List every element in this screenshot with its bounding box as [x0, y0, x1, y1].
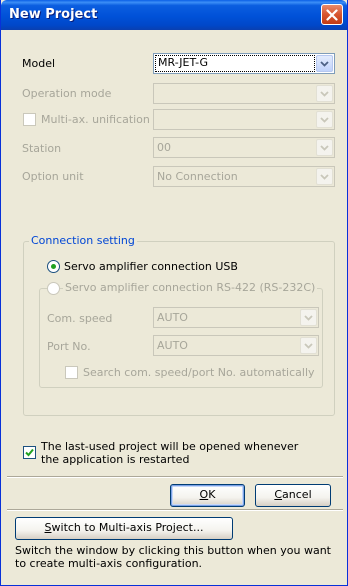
new-project-dialog: New Project Model MR-JET-G Operation mod… — [0, 0, 348, 586]
ok-button[interactable]: OK — [170, 484, 245, 507]
title-bar[interactable]: New Project — [1, 0, 347, 30]
station-value: 00 — [157, 141, 171, 154]
cancel-mnemonic: C — [274, 488, 283, 501]
chevron-down-icon — [320, 116, 329, 123]
com-speed-label: Com. speed — [47, 312, 113, 325]
cancel-label-rest: ancel — [282, 488, 312, 501]
radio-selected-dot — [51, 264, 56, 269]
station-label: Station — [22, 142, 62, 155]
port-no-select[interactable]: AUTO — [153, 335, 319, 356]
cancel-button[interactable]: Cancel — [255, 484, 331, 507]
switch-hint: Switch the window by clicking this butto… — [15, 544, 331, 570]
chevron-down-icon — [320, 90, 329, 97]
operation-mode-select[interactable] — [153, 83, 335, 104]
search-auto-checkbox[interactable] — [65, 366, 78, 379]
usb-label: Servo amplifier connection USB — [64, 260, 238, 273]
chevron-down-icon — [304, 314, 313, 321]
close-icon — [326, 8, 338, 21]
multi-ax-checkbox[interactable] — [23, 113, 36, 126]
model-select[interactable]: MR-JET-G — [153, 53, 335, 74]
connection-setting-title: Connection setting — [29, 234, 137, 247]
switch-hint-line-2: to create multi-axis configuration. — [15, 557, 203, 570]
chevron-down-icon — [320, 173, 329, 180]
option-unit-select[interactable]: No Connection — [153, 166, 335, 187]
model-value: MR-JET-G — [155, 55, 315, 72]
last-used-line-2: the application is restarted — [41, 453, 190, 466]
multi-ax-dropdown-button[interactable] — [316, 111, 333, 128]
option-unit-dropdown-button[interactable] — [316, 168, 333, 185]
switch-multi-axis-button[interactable]: Switch to Multi-axis Project... — [15, 517, 233, 540]
station-select[interactable]: 00 — [153, 137, 335, 158]
window-title: New Project — [9, 7, 98, 22]
last-used-label: The last-used project will be opened whe… — [41, 440, 298, 466]
option-unit-value: No Connection — [157, 170, 238, 183]
port-no-dropdown-button[interactable] — [300, 337, 317, 354]
checkmark-icon — [25, 448, 34, 457]
multi-ax-label: Multi-ax. unification — [41, 113, 150, 126]
station-dropdown-button[interactable] — [316, 139, 333, 156]
model-dropdown-button[interactable] — [316, 55, 333, 72]
separator-top — [7, 476, 343, 478]
separator-bottom — [7, 509, 343, 511]
switch-label-rest: witch to Multi-axis Project... — [51, 521, 204, 534]
rs422-label: Servo amplifier connection RS-422 (RS-23… — [63, 281, 318, 294]
operation-mode-dropdown-button[interactable] — [316, 85, 333, 102]
operation-mode-label: Operation mode — [22, 87, 112, 100]
rs422-radio[interactable] — [47, 282, 60, 295]
ok-label-rest: K — [208, 488, 216, 501]
usb-radio[interactable] — [47, 260, 60, 273]
com-speed-dropdown-button[interactable] — [300, 309, 317, 326]
multi-ax-select[interactable] — [153, 109, 335, 130]
chevron-down-icon — [320, 60, 329, 67]
chevron-down-icon — [304, 342, 313, 349]
com-speed-select[interactable]: AUTO — [153, 307, 319, 328]
close-button[interactable] — [321, 4, 343, 25]
switch-hint-line-1: Switch the window by clicking this butto… — [15, 544, 331, 557]
search-auto-label: Search com. speed/port No. automatically — [83, 366, 315, 379]
option-unit-label: Option unit — [22, 170, 84, 183]
model-label: Model — [22, 57, 56, 70]
ok-mnemonic: O — [199, 488, 209, 501]
last-used-checkbox[interactable] — [23, 446, 36, 459]
switch-mnemonic: S — [44, 521, 52, 534]
port-no-value: AUTO — [157, 339, 188, 352]
port-no-label: Port No. — [47, 340, 91, 353]
last-used-line-1: The last-used project will be opened whe… — [41, 440, 299, 453]
chevron-down-icon — [320, 144, 329, 151]
com-speed-value: AUTO — [157, 311, 188, 324]
